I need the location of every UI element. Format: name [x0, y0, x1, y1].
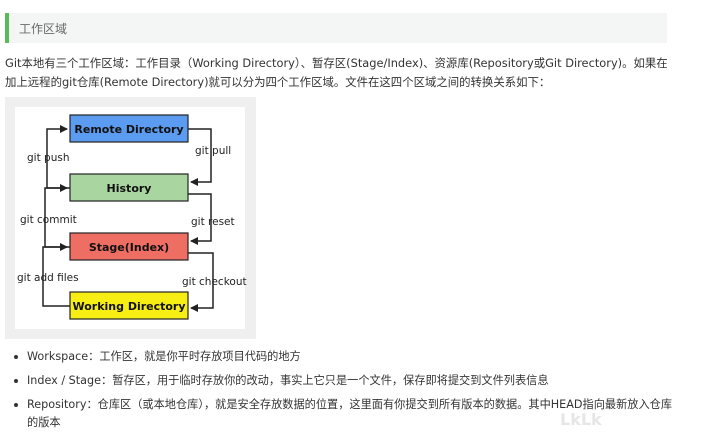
- box-label-remote: Remote Directory: [74, 123, 183, 136]
- watermark-logo: LkLk: [560, 410, 602, 429]
- box-working-directory: Working Directory: [69, 291, 189, 320]
- box-remote-directory: Remote Directory: [69, 114, 189, 143]
- label-git-pull: git pull: [195, 145, 231, 157]
- section-title: 工作区域: [19, 22, 68, 36]
- intro-paragraph: Git本地有三个工作区域：工作目录（Working Directory）、暂存区…: [5, 56, 668, 89]
- list-item-index-stage: Index / Stage：暂存区，用于临时存放你的改动，事实上它只是一个文件，…: [12, 372, 672, 390]
- git-areas-figure: Remote Directory History Stage(Index) Wo…: [5, 97, 256, 339]
- label-git-push: git push: [27, 152, 69, 164]
- label-git-checkout: git checkout: [182, 276, 247, 288]
- box-stage-index: Stage(Index): [69, 232, 189, 261]
- label-git-commit: git commit: [20, 214, 77, 226]
- git-diagram-svg: Remote Directory History Stage(Index) Wo…: [17, 114, 247, 320]
- box-label-stage: Stage(Index): [89, 241, 169, 254]
- section-header: 工作区域: [5, 13, 667, 43]
- box-label-history: History: [107, 182, 152, 195]
- label-git-reset: git reset: [191, 216, 235, 228]
- list-item-workspace: Workspace：工作区，就是你平时存放项目代码的地方: [12, 348, 672, 366]
- label-git-add-files: git add files: [17, 272, 79, 284]
- box-history: History: [69, 173, 189, 202]
- box-label-working: Working Directory: [72, 300, 185, 313]
